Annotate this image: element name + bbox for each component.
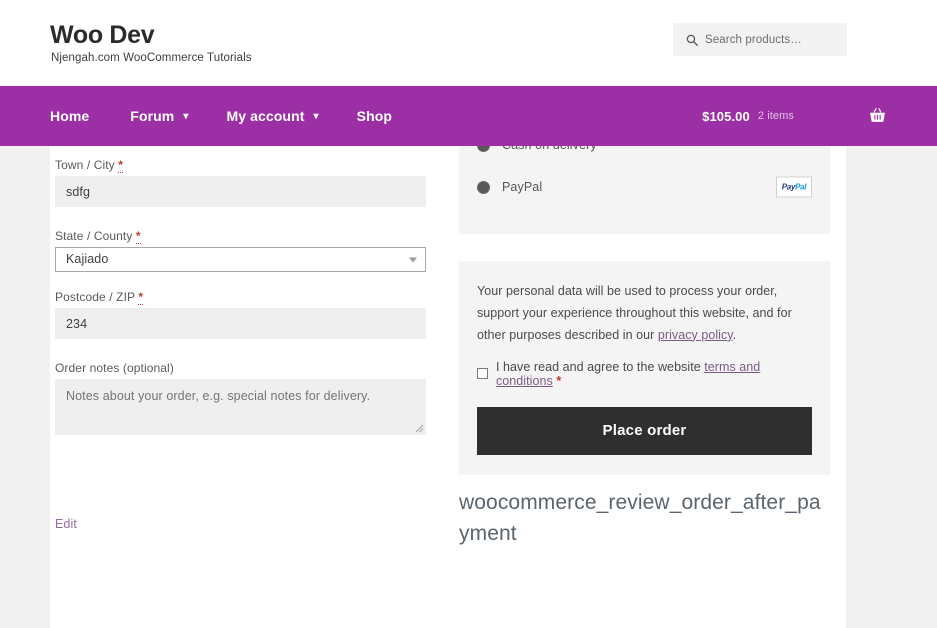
search-input[interactable]: Search products… bbox=[673, 23, 847, 56]
cart-total-amount: $105.00 bbox=[702, 108, 750, 124]
privacy-policy-link[interactable]: privacy policy bbox=[658, 328, 733, 342]
cart-item-count: 2 items bbox=[757, 110, 794, 122]
nav-item-my-account[interactable]: My account ▾ bbox=[207, 108, 337, 124]
search-icon bbox=[686, 34, 698, 46]
nav-item-shop[interactable]: Shop bbox=[338, 108, 411, 124]
search-placeholder-text: Search products… bbox=[705, 33, 802, 46]
privacy-policy-text: Your personal data will be used to proce… bbox=[477, 281, 812, 347]
edit-link[interactable]: Edit bbox=[55, 517, 77, 531]
site-title: Woo Dev bbox=[50, 21, 155, 49]
radio-selected-icon[interactable] bbox=[477, 146, 490, 152]
paypal-logo-part-b: Pal bbox=[795, 182, 807, 192]
required-marker: * bbox=[138, 290, 144, 305]
site-header: Woo Dev Njengah.com WooCommerce Tutorial… bbox=[0, 0, 937, 86]
checkout-form: Town / City * State / County * Kajiado P… bbox=[0, 146, 937, 628]
shopping-basket-icon[interactable] bbox=[868, 107, 887, 126]
paypal-logo-icon: Pay Pal bbox=[776, 176, 812, 198]
chevron-down-icon bbox=[409, 257, 417, 262]
postcode-zip-label: Postcode / ZIP * bbox=[55, 290, 426, 305]
terms-checkbox[interactable] bbox=[477, 368, 488, 380]
required-marker: * bbox=[556, 373, 562, 388]
postcode-zip-input[interactable] bbox=[55, 308, 426, 339]
nav-links: Home Forum ▾ My account ▾ Shop bbox=[50, 86, 411, 146]
state-county-selected-value: Kajiado bbox=[66, 252, 109, 266]
cart-summary[interactable]: $105.00 2 items bbox=[702, 86, 887, 146]
order-notes-label: Order notes (optional) bbox=[55, 361, 174, 375]
nav-item-shop-label: Shop bbox=[356, 108, 393, 124]
nav-item-forum[interactable]: Forum ▾ bbox=[111, 108, 207, 124]
required-marker: * bbox=[135, 229, 141, 244]
order-notes-field-group: Order notes (optional) bbox=[55, 361, 426, 435]
town-city-field-group: Town / City * bbox=[55, 158, 426, 207]
terms-agreement-row: I have read and agree to the website ter… bbox=[477, 360, 812, 388]
state-county-select[interactable]: Kajiado bbox=[55, 247, 426, 272]
town-city-input[interactable] bbox=[55, 176, 426, 207]
town-city-label-text: Town / City bbox=[55, 158, 115, 172]
terms-text-before: I have read and agree to the website bbox=[496, 359, 705, 374]
nav-item-my-account-label: My account bbox=[226, 108, 305, 124]
postcode-zip-label-text: Postcode / ZIP bbox=[55, 290, 135, 304]
payment-method-cash-on-delivery-label: Cash on delivery bbox=[502, 146, 597, 152]
nav-item-home[interactable]: Home bbox=[50, 108, 111, 124]
payment-method-paypal-label: PayPal bbox=[502, 180, 543, 194]
state-county-label: State / County * bbox=[55, 229, 426, 244]
billing-fields-column: Town / City * State / County * Kajiado P… bbox=[55, 146, 426, 531]
place-order-button[interactable]: Place order bbox=[477, 406, 812, 455]
site-tagline: Njengah.com WooCommerce Tutorials bbox=[51, 52, 252, 64]
order-notes-textarea[interactable] bbox=[55, 379, 426, 435]
town-city-label: Town / City * bbox=[55, 158, 426, 173]
privacy-policy-text-before: Your personal data will be used to proce… bbox=[477, 284, 792, 342]
nav-item-forum-label: Forum bbox=[130, 108, 175, 124]
nav-item-home-label: Home bbox=[50, 108, 90, 124]
postcode-zip-field-group: Postcode / ZIP * bbox=[55, 290, 426, 339]
order-review-column: Cash on delivery PayPal PayPal Your pers… bbox=[459, 146, 830, 549]
privacy-policy-text-after: . bbox=[732, 327, 737, 342]
terms-and-privacy-box: Your personal data will be used to proce… bbox=[459, 261, 830, 475]
state-county-label-text: State / County bbox=[55, 229, 133, 243]
terms-agreement-text: I have read and agree to the website ter… bbox=[496, 360, 812, 388]
paypal-logo-part-a: Pay bbox=[781, 182, 796, 192]
chevron-down-icon: ▾ bbox=[183, 111, 189, 122]
hook-name-annotation: woocommerce_review_order_after_payment bbox=[459, 490, 821, 545]
main-navigation-bar: Home Forum ▾ My account ▾ Shop $105.00 2… bbox=[0, 86, 937, 146]
order-notes-wrapper bbox=[55, 379, 426, 435]
chevron-down-icon: ▾ bbox=[313, 111, 319, 122]
payment-method-paypal[interactable]: PayPal Pay Pal bbox=[459, 158, 830, 216]
state-county-field-group: State / County * Kajiado bbox=[55, 229, 426, 272]
required-marker: * bbox=[118, 158, 124, 173]
payment-methods-box: Cash on delivery PayPal PayPal bbox=[459, 146, 830, 234]
radio-selected-icon[interactable] bbox=[477, 180, 490, 194]
payment-method-cash-on-delivery[interactable]: Cash on delivery bbox=[459, 146, 830, 158]
